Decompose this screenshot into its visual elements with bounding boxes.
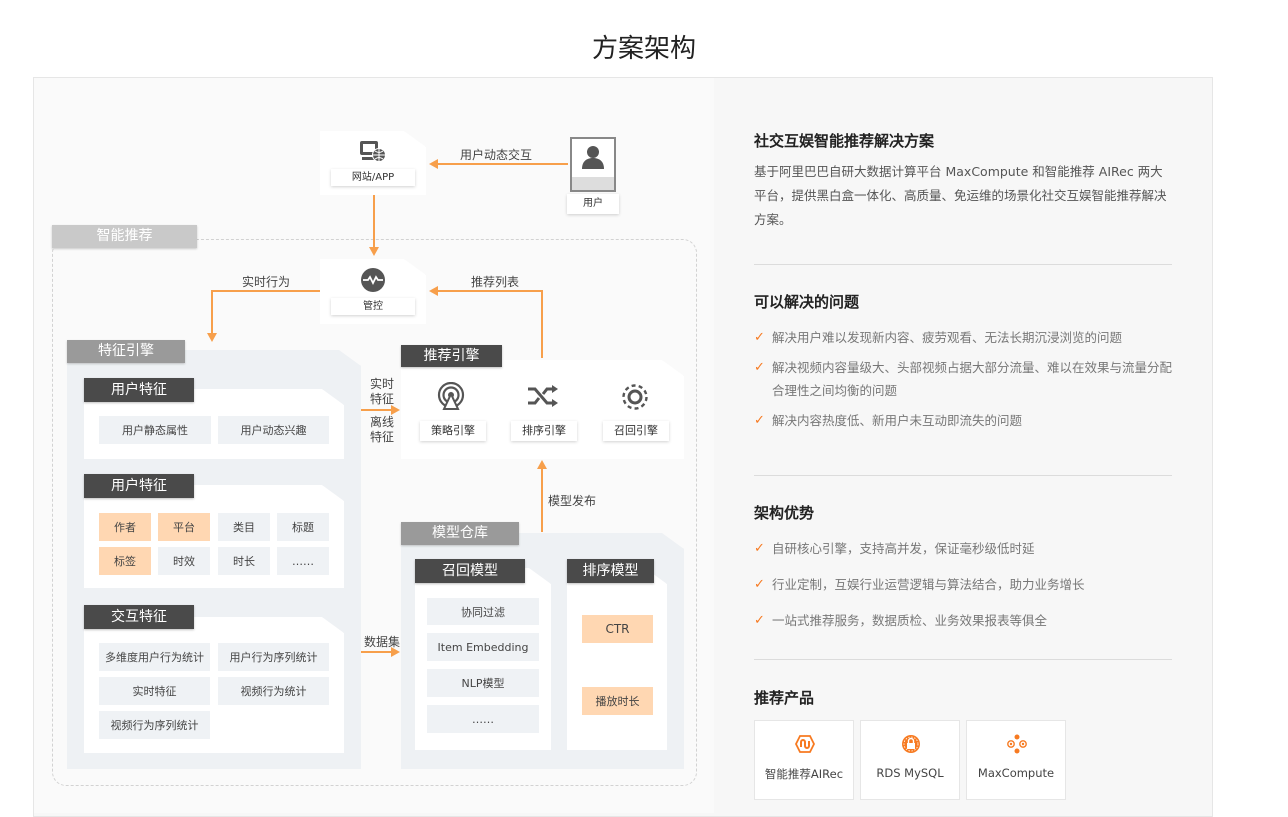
solution-title: 社交互娱智能推荐解决方案 xyxy=(754,132,935,150)
user-label: 用户 xyxy=(567,194,619,214)
rec-list-label: 推荐列表 xyxy=(471,275,520,289)
shuffle-icon xyxy=(528,385,558,407)
user-interaction-label: 用户动态交互 xyxy=(460,148,533,162)
problems-title: 可以解决的问题 xyxy=(754,293,860,311)
advantages-title: 架构优势 xyxy=(754,504,815,522)
rds-lock-icon xyxy=(902,735,920,753)
feature-cell: 时效 xyxy=(158,547,210,575)
feature-cell: …… xyxy=(277,547,329,575)
realtime-behavior-label: 实时行为 xyxy=(242,275,291,289)
recall-model-item: …… xyxy=(427,705,539,733)
feature-to-engine-arrow xyxy=(361,409,392,411)
feature-cell: 用户静态属性 xyxy=(99,416,211,444)
monitor-globe-icon xyxy=(359,140,387,164)
problems-list: ✓ 解决用户难以发现新内容、疲劳观看、无法长期沉浸浏览的问题 ✓ 解决视频内容量… xyxy=(754,326,1172,432)
rec-engine-tag: 推荐引擎 xyxy=(401,345,502,367)
recall-model-item: NLP模型 xyxy=(427,669,539,697)
feature-cell: 标题 xyxy=(277,513,329,541)
feature-cell: 视频行为序列统计 xyxy=(99,711,210,739)
feature-engine-tag: 特征引擎 xyxy=(67,340,185,363)
feature-cell: 作者 xyxy=(99,513,151,541)
website-app-node: 网站/APP xyxy=(320,131,426,195)
feature-cell: 多维度用户行为统计 xyxy=(99,643,210,671)
rec-engine-item: 召回引擎 xyxy=(603,421,669,441)
model-warehouse-tag: 模型仓库 xyxy=(401,522,519,545)
maxcompute-nodes-icon xyxy=(1007,734,1027,754)
rank-model-tag: 排序模型 xyxy=(567,559,654,583)
check-icon: ✓ xyxy=(754,413,765,428)
user-interaction-arrow xyxy=(436,163,568,165)
realtime-behavior-arrow xyxy=(211,290,213,333)
offline-feature-label: 离线特征 xyxy=(369,415,394,444)
product-card-maxcompute[interactable]: MaxCompute xyxy=(966,720,1066,800)
feature-group-title: 交互特征 xyxy=(84,605,194,629)
control-label: 管控 xyxy=(331,298,415,315)
product-name: 智能推荐AIRec xyxy=(764,767,844,781)
check-icon: ✓ xyxy=(754,613,765,628)
airec-icon xyxy=(795,735,815,753)
product-name: RDS MySQL xyxy=(876,766,944,780)
feature-cell: 类目 xyxy=(218,513,270,541)
problem-item: ✓ 解决视频内容量级大、头部视频占据大部分流量、难以在效果与流量分配合理性之间均… xyxy=(754,356,1172,402)
feature-cell: 平台 xyxy=(158,513,210,541)
rank-model-panel xyxy=(567,568,667,750)
feature-cell: 标签 xyxy=(99,547,151,575)
arrow-head xyxy=(429,286,438,296)
model-release-arrow xyxy=(541,468,543,532)
feature-cell: 时长 xyxy=(218,547,270,575)
arrow-head xyxy=(369,247,379,256)
rank-model-item: 播放时长 xyxy=(582,687,653,715)
problem-item: ✓ 解决用户难以发现新内容、疲劳观看、无法长期沉浸浏览的问题 xyxy=(754,326,1172,349)
rec-list-arrow xyxy=(541,290,543,358)
recall-model-item: 协同过滤 xyxy=(427,598,539,625)
broadcast-icon xyxy=(437,382,465,410)
website-app-label: 网站/APP xyxy=(331,169,415,186)
product-card-rds[interactable]: RDS MySQL xyxy=(860,720,960,800)
rank-model-item: CTR xyxy=(582,615,653,643)
advantage-item: ✓ 自研核心引擎，支持高并发，保证毫秒级低时延 xyxy=(754,537,1172,560)
products-title: 推荐产品 xyxy=(754,689,815,707)
arrow-head xyxy=(391,647,400,657)
advantage-item: ✓ 行业定制，互娱行业运营逻辑与算法结合，助力业务增长 xyxy=(754,573,1172,596)
feature-cell: 用户行为序列统计 xyxy=(218,643,329,671)
solution-description: 基于阿里巴巴自研大数据计算平台 MaxCompute 和智能推荐 AIRec 两… xyxy=(754,164,1167,227)
feature-group-title: 用户特征 xyxy=(84,474,194,498)
feature-group-title: 用户特征 xyxy=(84,378,194,402)
recall-model-tag: 召回模型 xyxy=(415,559,525,583)
smart-rec-tag: 智能推荐 xyxy=(52,225,197,248)
section-divider xyxy=(754,659,1172,660)
section-divider xyxy=(754,264,1172,265)
recall-model-item: Item Embedding xyxy=(427,633,539,661)
model-release-label: 模型发布 xyxy=(548,494,597,508)
check-icon: ✓ xyxy=(754,360,765,375)
advantage-item: ✓ 一站式推荐服务，数据质检、业务效果报表等俱全 xyxy=(754,609,1172,632)
product-card-airec[interactable]: 智能推荐AIRec xyxy=(754,720,854,800)
realtime-feature-label: 实时特征 xyxy=(369,377,394,406)
check-icon: ✓ xyxy=(754,541,765,556)
advantages-list: ✓ 自研核心引擎，支持高并发，保证毫秒级低时延 ✓ 行业定制，互娱行业运营逻辑与… xyxy=(754,537,1172,632)
feature-cell: 视频行为统计 xyxy=(218,677,329,705)
check-icon: ✓ xyxy=(754,577,765,592)
arrow-head xyxy=(207,333,217,342)
section-divider xyxy=(754,475,1172,476)
rec-engine-item: 排序引擎 xyxy=(511,421,577,441)
dataset-arrow xyxy=(361,651,392,653)
wave-circle-icon xyxy=(361,268,385,292)
page-title: 方案架构 xyxy=(591,34,696,64)
arrow-head xyxy=(391,405,400,415)
feature-cell: 实时特征 xyxy=(99,677,210,705)
control-node: 管控 xyxy=(320,259,426,324)
user-avatar xyxy=(570,137,616,192)
rec-engine-item: 策略引擎 xyxy=(420,421,486,441)
problem-item: ✓ 解决内容热度低、新用户未互动即流失的问题 xyxy=(754,409,1172,432)
website-control-arrow xyxy=(373,195,375,247)
arrow-head xyxy=(537,460,547,469)
user-avatar-icon xyxy=(582,146,604,169)
feature-cell: 用户动态兴趣 xyxy=(218,416,329,444)
arrow-head xyxy=(429,159,438,169)
product-name: MaxCompute xyxy=(977,766,1055,780)
dashed-gear-icon xyxy=(622,384,648,410)
check-icon: ✓ xyxy=(754,330,765,345)
